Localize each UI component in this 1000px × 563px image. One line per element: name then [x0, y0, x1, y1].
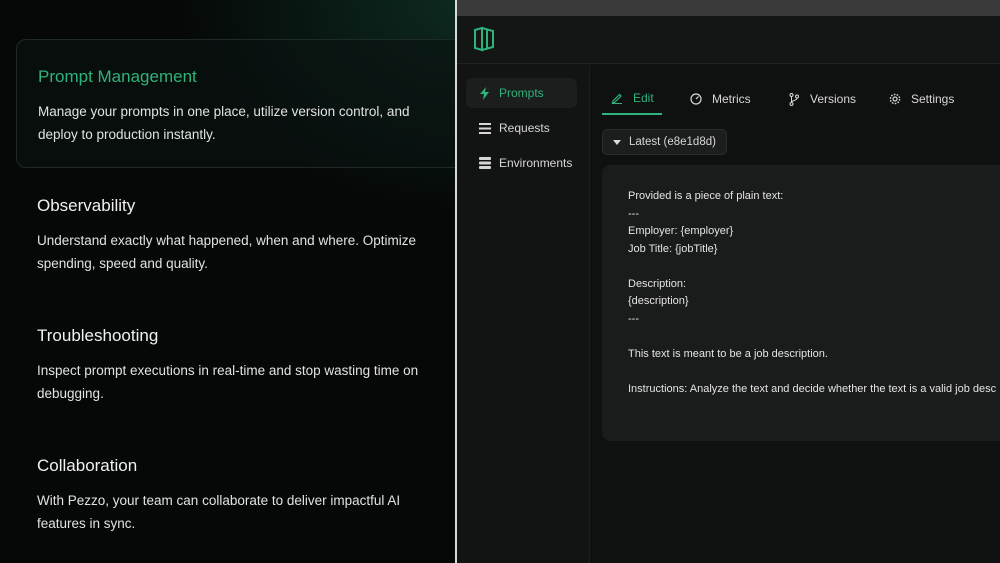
feature-description: Manage your prompts in one place, utiliz…	[38, 104, 410, 142]
window-top-strip	[457, 0, 1000, 16]
feature-title: Collaboration	[37, 456, 138, 475]
prompt-line: This text is meant to be a job descripti…	[628, 348, 828, 360]
sidebar-item-label: Environments	[499, 156, 573, 170]
feature-title: Troubleshooting	[37, 326, 159, 345]
tab-settings[interactable]: Settings	[888, 83, 954, 115]
prompt-line: Description:	[628, 278, 687, 290]
sidebar-item-prompts[interactable]: Prompts	[466, 78, 577, 108]
feature-prompt-management[interactable]: Prompt Management Manage your prompts in…	[16, 39, 455, 168]
feature-description: Inspect prompt executions in real-time a…	[37, 363, 419, 401]
sidebar-item-label: Requests	[499, 121, 550, 135]
app-window: Prompts Requests Environments Edit Metri…	[457, 0, 1000, 563]
version-selector[interactable]: Latest (e8e1d8d)	[602, 129, 727, 155]
list-icon	[478, 122, 491, 135]
prompt-line: Instructions: Analyze the text and decid…	[628, 383, 997, 395]
sidebar: Prompts Requests Environments	[457, 65, 590, 563]
prompt-line: ---	[628, 313, 639, 325]
caret-down-icon	[613, 139, 621, 145]
version-selector-label: Latest (e8e1d8d)	[629, 136, 716, 148]
tab-label: Metrics	[712, 92, 751, 106]
pencil-icon	[610, 91, 624, 105]
feature-description: Understand exactly what happened, when a…	[37, 233, 416, 271]
prompt-line: Provided is a piece of plain text:	[628, 190, 784, 202]
tab-label: Versions	[810, 92, 857, 106]
feature-description: With Pezzo, your team can collaborate to…	[37, 493, 401, 531]
tab-metrics[interactable]: Metrics	[689, 83, 751, 115]
pezzo-logo-icon[interactable]	[473, 26, 495, 52]
tab-versions[interactable]: Versions	[787, 83, 856, 115]
sidebar-item-environments[interactable]: Environments	[466, 148, 577, 178]
prompt-line: Job Title: {jobTitle}	[628, 243, 718, 255]
feature-title: Observability	[37, 196, 136, 215]
tab-edit[interactable]: Edit	[602, 83, 662, 115]
database-icon	[478, 157, 491, 170]
prompt-line: ---	[628, 208, 639, 220]
sidebar-item-requests[interactable]: Requests	[466, 113, 577, 143]
app-header	[457, 16, 1000, 64]
tab-label: Settings	[911, 92, 955, 106]
features-panel: Prompt Management Manage your prompts in…	[0, 0, 455, 563]
feature-troubleshooting[interactable]: Troubleshooting Inspect prompt execution…	[16, 299, 455, 419]
feature-observability[interactable]: Observability Understand exactly what ha…	[16, 169, 455, 289]
prompt-content: Edit Metrics Versions Settings Latest (e…	[590, 65, 1000, 563]
feature-collaboration[interactable]: Collaboration With Pezzo, your team can …	[16, 429, 455, 549]
tab-label: Edit	[633, 91, 654, 105]
prompt-line: {description}	[628, 295, 689, 307]
branch-icon	[787, 92, 801, 106]
prompt-line: Employer: {employer}	[628, 225, 734, 237]
gear-icon	[888, 92, 902, 106]
lightning-icon	[478, 86, 491, 100]
sidebar-item-label: Prompts	[499, 86, 544, 100]
prompt-editor[interactable]: Provided is a piece of plain text: --- E…	[602, 165, 1000, 441]
gauge-icon	[689, 92, 703, 106]
feature-title: Prompt Management	[38, 67, 197, 86]
prompt-tabs: Edit Metrics Versions Settings	[602, 83, 1000, 115]
